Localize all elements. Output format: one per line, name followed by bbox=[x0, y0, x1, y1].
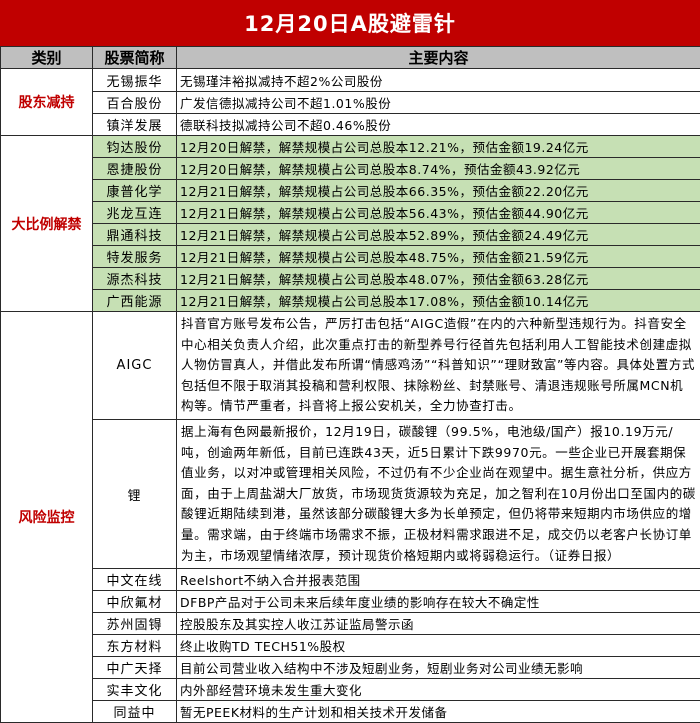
stock-name: 镇洋发展 bbox=[93, 114, 177, 136]
table-row: 鼎通科技 12月21日解禁，解禁规模占公司总股本52.89%，预估金额24.49… bbox=[1, 224, 700, 246]
table-row: 恩捷股份 12月20日解禁，解禁规模占公司总股本8.74%，预估金额43.92亿… bbox=[1, 158, 700, 180]
content-text: 12月20日解禁，解禁规模占公司总股本8.74%，预估金额43.92亿元 bbox=[177, 158, 700, 180]
content-text: 12月21日解禁，解禁规模占公司总股本17.08%，预估金额10.14亿元 bbox=[177, 290, 700, 312]
table-row: 镇洋发展 德联科技拟减持公司不超0.46%股份 bbox=[1, 114, 700, 136]
table-row: 大比例解禁 钧达股份 12月20日解禁，解禁规模占公司总股本12.21%，预估金… bbox=[1, 136, 700, 158]
stock-name: 苏州固锝 bbox=[93, 613, 177, 635]
stock-name: 广西能源 bbox=[93, 290, 177, 312]
stock-name: 无锡振华 bbox=[93, 69, 177, 92]
content-text: 无锡瑾沣裕拟减持不超2%公司股份 bbox=[177, 69, 700, 92]
content-text: 德联科技拟减持公司不超0.46%股份 bbox=[177, 114, 700, 136]
table-row: 股东减持 无锡振华 无锡瑾沣裕拟减持不超2%公司股份 bbox=[1, 69, 700, 92]
table-row: 中欣氟材 DFBP产品对于公司未来后续年度业绩的影响存在较大不确定性 bbox=[1, 591, 700, 613]
stock-name: AIGC bbox=[93, 312, 177, 420]
table-row: 苏州固锝 控股股东及其实控人收江苏证监局警示函 bbox=[1, 613, 700, 635]
table-row: 中广天择 目前公司营业收入结构中不涉及短剧业务，短剧业务对公司业绩无影响 bbox=[1, 657, 700, 679]
table-row: 源杰科技 12月21日解禁，解禁规模占公司总股本48.07%，预估金额63.28… bbox=[1, 268, 700, 290]
content-text: 目前公司营业收入结构中不涉及短剧业务，短剧业务对公司业绩无影响 bbox=[177, 657, 700, 679]
content-text: 12月20日解禁，解禁规模占公司总股本12.21%，预估金额19.24亿元 bbox=[177, 136, 700, 158]
content-text: 暂无PEEK材料的生产计划和相关技术开发储备 bbox=[177, 701, 700, 723]
stock-name: 康普化学 bbox=[93, 180, 177, 202]
table-row: 锂 据上海有色网最新报价，12月19日，碳酸锂（99.5%，电池级/国产）报10… bbox=[1, 420, 700, 569]
stock-name: 兆龙互连 bbox=[93, 202, 177, 224]
content-text: DFBP产品对于公司未来后续年度业绩的影响存在较大不确定性 bbox=[177, 591, 700, 613]
stock-name: 中欣氟材 bbox=[93, 591, 177, 613]
table-row: 百合股份 广发信德拟减持公司不超1.01%股份 bbox=[1, 92, 700, 114]
content-text: 12月21日解禁，解禁规模占公司总股本48.75%，预估金额21.59亿元 bbox=[177, 246, 700, 268]
header-content: 主要内容 bbox=[177, 47, 700, 69]
category-shareholder-reduction: 股东减持 bbox=[1, 69, 93, 136]
table-row: 康普化学 12月21日解禁，解禁规模占公司总股本66.35%，预估金额22.20… bbox=[1, 180, 700, 202]
table-header-row: 类别 股票简称 主要内容 bbox=[1, 47, 700, 69]
content-text: 终止收购TD TECH51%股权 bbox=[177, 635, 700, 657]
content-text: 广发信德拟减持公司不超1.01%股份 bbox=[177, 92, 700, 114]
category-risk-monitor: 风险监控 bbox=[1, 312, 93, 723]
table-row: 中文在线 Reelshort不纳入合并报表范围 bbox=[1, 569, 700, 591]
table-row: 风险监控 AIGC 抖音官方账号发布公告，严厉打击包括“AIGC造假”在内的六种… bbox=[1, 312, 700, 420]
stock-name: 中文在线 bbox=[93, 569, 177, 591]
header-stock: 股票简称 bbox=[93, 47, 177, 69]
table-row: 同益中 暂无PEEK材料的生产计划和相关技术开发储备 bbox=[1, 701, 700, 723]
stock-name: 钧达股份 bbox=[93, 136, 177, 158]
content-text: 12月21日解禁，解禁规模占公司总股本52.89%，预估金额24.49亿元 bbox=[177, 224, 700, 246]
content-text: Reelshort不纳入合并报表范围 bbox=[177, 569, 700, 591]
stock-name: 中广天择 bbox=[93, 657, 177, 679]
stock-name: 实丰文化 bbox=[93, 679, 177, 701]
stock-name: 鼎通科技 bbox=[93, 224, 177, 246]
page: 12月20日A股避雷针 类别 股票简称 主要内容 股东减持 无锡振华 无锡瑾沣裕… bbox=[0, 0, 700, 691]
stock-name: 源杰科技 bbox=[93, 268, 177, 290]
stock-name: 恩捷股份 bbox=[93, 158, 177, 180]
table-row: 特发服务 12月21日解禁，解禁规模占公司总股本48.75%，预估金额21.59… bbox=[1, 246, 700, 268]
page-title: 12月20日A股避雷针 bbox=[0, 0, 700, 46]
stock-name: 锂 bbox=[93, 420, 177, 569]
stock-name: 同益中 bbox=[93, 701, 177, 723]
content-text: 12月21日解禁，解禁规模占公司总股本48.07%，预估金额63.28亿元 bbox=[177, 268, 700, 290]
header-category: 类别 bbox=[1, 47, 93, 69]
table-row: 东方材料 终止收购TD TECH51%股权 bbox=[1, 635, 700, 657]
category-large-unlock: 大比例解禁 bbox=[1, 136, 93, 312]
stock-name: 特发服务 bbox=[93, 246, 177, 268]
content-text: 12月21日解禁，解禁规模占公司总股本56.43%，预估金额44.90亿元 bbox=[177, 202, 700, 224]
content-text: 12月21日解禁，解禁规模占公司总股本66.35%，预估金额22.20亿元 bbox=[177, 180, 700, 202]
risk-table: 类别 股票简称 主要内容 股东减持 无锡振华 无锡瑾沣裕拟减持不超2%公司股份 … bbox=[0, 46, 700, 723]
content-paragraph: 抖音官方账号发布公告，严厉打击包括“AIGC造假”在内的六种新型违规行为。抖音安… bbox=[177, 312, 700, 420]
content-text: 控股股东及其实控人收江苏证监局警示函 bbox=[177, 613, 700, 635]
stock-name: 百合股份 bbox=[93, 92, 177, 114]
content-paragraph: 据上海有色网最新报价，12月19日，碳酸锂（99.5%，电池级/国产）报10.1… bbox=[177, 420, 700, 569]
content-text: 内外部经营环境未发生重大变化 bbox=[177, 679, 700, 701]
table-row: 广西能源 12月21日解禁，解禁规模占公司总股本17.08%，预估金额10.14… bbox=[1, 290, 700, 312]
table-row: 实丰文化 内外部经营环境未发生重大变化 bbox=[1, 679, 700, 701]
stock-name: 东方材料 bbox=[93, 635, 177, 657]
table-row: 兆龙互连 12月21日解禁，解禁规模占公司总股本56.43%，预估金额44.90… bbox=[1, 202, 700, 224]
